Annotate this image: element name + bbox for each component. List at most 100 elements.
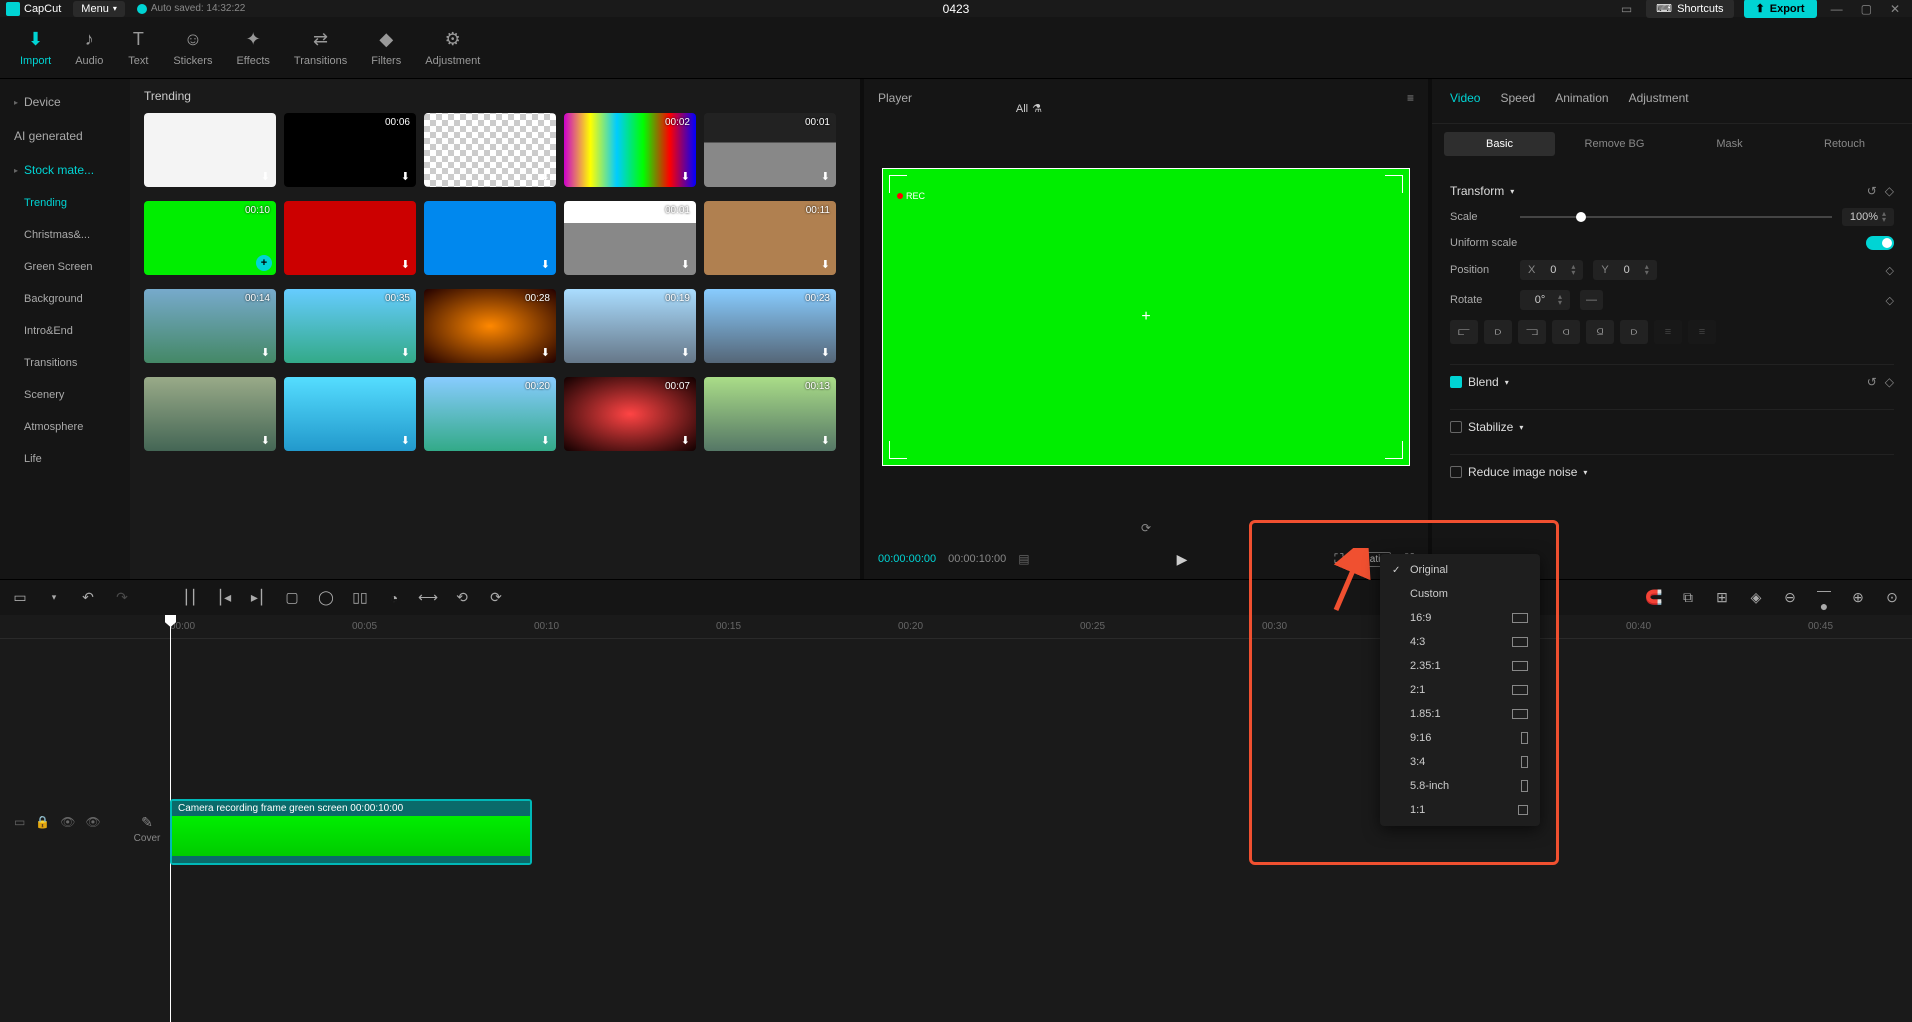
magnet-tool[interactable]: 🧲	[1644, 589, 1664, 606]
stepper-icon[interactable]: ▴▾	[1882, 211, 1886, 223]
ratio-menu[interactable]: ✓OriginalCustom16:94:32.35:12:11.85:19:1…	[1380, 554, 1540, 826]
uniform-scale-toggle[interactable]	[1866, 236, 1894, 250]
media-thumb[interactable]: 00:07⬇	[564, 377, 696, 451]
subtab-retouch[interactable]: Retouch	[1789, 132, 1900, 156]
ratio-option-43[interactable]: 4:3	[1380, 630, 1540, 654]
menu-button[interactable]: Menu ▾	[73, 1, 125, 17]
rotate-tool[interactable]: ⟳	[486, 589, 506, 606]
rotate-input[interactable]: 0° ▴▾	[1520, 290, 1570, 310]
ribbon-filters[interactable]: ◆Filters	[359, 25, 413, 71]
ribbon-stickers[interactable]: ☺Stickers	[161, 25, 224, 71]
stepper-icon[interactable]: ▴▾	[1645, 264, 1649, 276]
sidebar-item-life[interactable]: Life	[0, 443, 130, 475]
distribute-v[interactable]: ≡	[1688, 320, 1716, 344]
sidebar-item-aigenerated[interactable]: AI generated	[0, 119, 130, 153]
media-thumb[interactable]: 00:10+	[144, 201, 276, 275]
sidebar-item-device[interactable]: ▸Device	[0, 85, 130, 119]
subtab-removebg[interactable]: Remove BG	[1559, 132, 1670, 156]
sidebar-item-introend[interactable]: Intro&End	[0, 315, 130, 347]
media-thumb[interactable]: 00:11⬇	[704, 201, 836, 275]
download-icon[interactable]: ⬇	[681, 170, 690, 183]
ribbon-import[interactable]: ⬇Import	[8, 25, 63, 71]
sidebar-item-greenscreen[interactable]: Green Screen	[0, 251, 130, 283]
split-left[interactable]: ⎮◂	[214, 589, 234, 606]
zoom-out[interactable]: ⊖	[1780, 589, 1800, 606]
media-thumb[interactable]: 00:01⬇	[704, 113, 836, 187]
export-button[interactable]: ⬆ Export	[1744, 0, 1817, 18]
sidebar-item-trending[interactable]: Trending	[0, 187, 130, 219]
download-icon[interactable]: ⬇	[821, 258, 830, 271]
tab-animation[interactable]: Animation	[1555, 91, 1608, 111]
flip-h-tool[interactable]: ⟷	[418, 589, 438, 606]
ribbon-effects[interactable]: ✦Effects	[224, 25, 281, 71]
media-thumb[interactable]: 00:20⬇	[424, 377, 556, 451]
flip-v-tool[interactable]: ⟲	[452, 589, 472, 606]
play-button[interactable]: ▶	[1177, 551, 1188, 568]
speed-tool[interactable]: ◔	[384, 590, 404, 606]
zoom-in[interactable]: ⊕	[1848, 589, 1868, 606]
download-icon[interactable]: ⬇	[401, 258, 410, 271]
media-thumb[interactable]: 00:19⬇	[564, 289, 696, 363]
ratio-option-21[interactable]: 2:1	[1380, 678, 1540, 702]
media-thumb[interactable]: 00:13⬇	[704, 377, 836, 451]
download-icon[interactable]: ⬇	[681, 258, 690, 271]
chevron-down-icon[interactable]: ▾	[1505, 378, 1509, 387]
keyframe-icon[interactable]: ◇	[1885, 375, 1894, 389]
split-tool[interactable]: ⎮⎮	[180, 589, 200, 606]
crop-icon[interactable]: ⛶	[1334, 551, 1343, 567]
refresh-button[interactable]: ⟳	[864, 517, 1428, 539]
download-icon[interactable]: ⬇	[401, 170, 410, 183]
track-mute-icon[interactable]: 🔒	[35, 815, 50, 829]
blend-checkbox[interactable]	[1450, 376, 1462, 388]
crop-tool[interactable]: ▢	[282, 589, 302, 606]
link-tool[interactable]: ⧉	[1678, 589, 1698, 606]
ribbon-transitions[interactable]: ⇄Transitions	[282, 25, 359, 71]
ratio-option-916[interactable]: 9:16	[1380, 726, 1540, 750]
minimize-button[interactable]: —	[1827, 2, 1847, 16]
split-right[interactable]: ▸⎮	[248, 589, 268, 606]
tab-speed[interactable]: Speed	[1500, 91, 1535, 111]
timeline[interactable]: 00:0000:0500:1000:1500:2000:2500:3000:35…	[0, 615, 1912, 1022]
ribbon-adjustment[interactable]: ⚙Adjustment	[413, 25, 492, 71]
sidebar-item-christmas[interactable]: Christmas&...	[0, 219, 130, 251]
align-bottom[interactable]: ⫐	[1620, 320, 1648, 344]
cover-button[interactable]: ✎ Cover	[128, 814, 166, 844]
undo-button[interactable]: ↶	[78, 589, 98, 606]
preview-tool[interactable]: ⊞	[1712, 589, 1732, 606]
track-lock-icon[interactable]: ▭	[14, 815, 25, 829]
media-thumb[interactable]: ⬇	[424, 201, 556, 275]
layout-icon[interactable]: ▭	[1617, 2, 1636, 16]
scale-value[interactable]: 100% ▴▾	[1842, 208, 1894, 226]
sidebar-item-scenery[interactable]: Scenery	[0, 379, 130, 411]
sidebar-item-atmosphere[interactable]: Atmosphere	[0, 411, 130, 443]
media-thumb[interactable]: ⬇	[424, 113, 556, 187]
media-thumb[interactable]: ⬇	[284, 201, 416, 275]
position-x-input[interactable]: X 0 ▴▾	[1520, 260, 1583, 280]
mirror-tool[interactable]: ▯▯	[350, 589, 370, 606]
download-icon[interactable]: ⬇	[541, 258, 550, 271]
track-hide-icon[interactable]: 👁	[60, 815, 75, 829]
ratio-option-custom[interactable]: Custom	[1380, 582, 1540, 606]
align-left[interactable]: ⫍	[1450, 320, 1478, 344]
download-icon[interactable]: ⬇	[821, 434, 830, 447]
media-thumb[interactable]: 00:35⬇	[284, 289, 416, 363]
sidebar-item-transitions[interactable]: Transitions	[0, 347, 130, 379]
distribute-h[interactable]: ≡	[1654, 320, 1682, 344]
download-icon[interactable]: ⬇	[261, 434, 270, 447]
select-tool[interactable]: ▭	[10, 589, 30, 606]
sidebar-item-stockmate[interactable]: ▸Stock mate...	[0, 153, 130, 187]
mask-tool[interactable]: ◯	[316, 589, 336, 606]
align-center-h[interactable]: ⫐	[1484, 320, 1512, 344]
stepper-icon[interactable]: ▴▾	[1558, 294, 1562, 306]
tab-video[interactable]: Video	[1450, 91, 1480, 111]
media-thumb[interactable]: ⬇	[144, 113, 276, 187]
keyframe-icon[interactable]: ◇	[1886, 264, 1894, 277]
download-icon[interactable]: ⬇	[541, 346, 550, 359]
keyframe-icon[interactable]: ◇	[1886, 294, 1894, 307]
shortcuts-button[interactable]: ⌨ Shortcuts	[1646, 0, 1733, 18]
keyframe-icon[interactable]: ◇	[1885, 184, 1894, 198]
ratio-option-1851[interactable]: 1.85:1	[1380, 702, 1540, 726]
download-icon[interactable]: ⬇	[401, 434, 410, 447]
ratio-option-169[interactable]: 16:9	[1380, 606, 1540, 630]
download-icon[interactable]: ⬇	[261, 170, 270, 183]
